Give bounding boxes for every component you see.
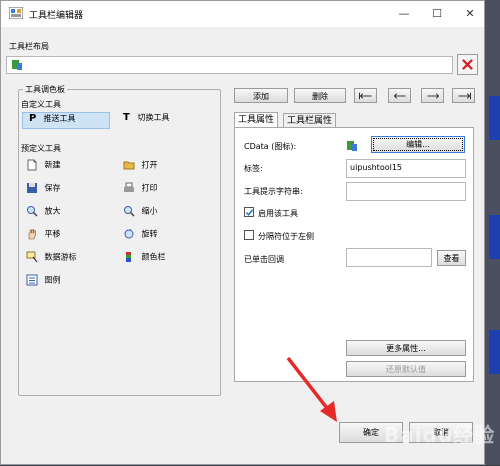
tooltip-label: 工具提示字符串: [244,187,303,196]
remove-layout-button[interactable] [457,54,478,75]
move-to-start-button[interactable] [354,88,377,103]
arrow-left-icon [393,93,406,99]
tool-label: 平移 [44,229,61,239]
checkmark-icon [245,209,254,216]
background-blue-block [489,96,500,140]
tooltip-input[interactable] [346,182,466,201]
tool-label: 旋转 [141,229,158,239]
predefined-tool-open[interactable]: 打开 [123,159,158,175]
save-disk-icon [27,183,37,193]
move-left-button[interactable] [388,88,411,103]
folder-open-icon [123,161,135,170]
predefined-tool-print[interactable]: 打印 [123,182,158,198]
separator-left-label: 分隔符位于左侧 [258,232,314,241]
tag-input-value: uipushtool15 [350,163,403,172]
colorbar-icon [126,252,131,262]
rotate-icon [124,229,134,239]
zoom-out-icon [124,206,135,217]
tool-label: 打印 [141,183,158,193]
cdata-label: CData (图标): [244,142,297,151]
move-to-end-icon [457,92,471,100]
view-callback-button[interactable]: 查看 [437,250,466,266]
arrow-right-icon [426,93,439,99]
tool-label: 缩小 [141,206,158,216]
tool-label: 图例 [44,275,61,285]
tool-properties-panel: CData (图标): 编辑... 标签: uipushtool15 工具提示字… [234,127,474,382]
predefined-tool-data-cursor[interactable]: 数据游标 [26,251,77,267]
custom-tool-push[interactable]: P 推送工具 [22,112,110,129]
predefined-tool-save[interactable]: 保存 [26,182,61,198]
tag-input[interactable]: uipushtool15 [346,159,466,178]
printer-icon [124,182,134,192]
move-right-button[interactable] [421,88,444,103]
separator-left-checkbox[interactable] [244,230,254,240]
custom-tool-toggle[interactable]: T 切换工具 [123,112,170,128]
move-to-start-icon [358,92,372,100]
toolbar-layout-label: 工具栏布局 [9,42,49,51]
more-properties-button[interactable]: 更多属性... [346,340,466,356]
pan-hand-icon [28,229,36,240]
move-to-end-button[interactable] [452,88,475,103]
red-x-icon [462,59,473,70]
new-file-icon [27,159,37,171]
predefined-tool-rotate[interactable]: 旋转 [123,228,158,244]
tool-label: 保存 [44,183,61,193]
callback-input[interactable] [346,248,432,267]
delete-button[interactable]: 删除 [294,88,346,103]
data-cursor-icon [26,251,38,263]
close-button[interactable]: ✕ [455,1,485,27]
predefined-tool-zoom-out[interactable]: 缩小 [123,205,158,221]
enable-tool-label: 启用该工具 [258,209,298,218]
tab-toolbar-properties[interactable]: 工具栏属性 [283,113,337,128]
edit-icon-button[interactable]: 编辑... [371,136,465,153]
tool-label: 数据游标 [44,252,77,262]
callback-label: 已单击回调 [244,255,284,264]
add-button[interactable]: 添加 [234,88,288,103]
enable-tool-checkbox[interactable] [244,207,254,217]
legend-icon [26,274,38,286]
tool-palette-title: 工具调色板 [23,84,67,95]
restore-defaults-button[interactable]: 还原默认值 [346,361,466,377]
background-blue-block [489,215,500,259]
baidu-watermark: Baidu经验 [384,423,496,447]
tool-label: 放大 [44,206,61,216]
toggle-tool-icon: T [123,112,130,123]
tag-label: 标签: [244,164,263,173]
push-tool-icon: P [29,113,37,124]
minimize-button[interactable]: — [389,1,419,27]
tool-label: 新建 [44,160,61,170]
tool-slot-icon[interactable] [11,59,23,71]
predefined-tool-zoom-in[interactable]: 放大 [26,205,61,221]
predefined-tool-legend[interactable]: 图例 [26,274,61,290]
custom-tools-title: 自定义工具 [21,100,61,109]
title-bar: 工具栏编辑器 — ☐ ✕ [1,1,484,27]
tool-label: 打开 [141,160,158,170]
predefined-tool-new[interactable]: 新建 [26,159,61,175]
maximize-button[interactable]: ☐ [422,1,452,27]
background-blue-block [489,330,500,374]
cdata-preview-icon [347,141,357,151]
custom-tool-label: 切换工具 [137,113,170,122]
predefined-tool-colorbar[interactable]: 颜色栏 [123,251,166,267]
predefined-tool-pan[interactable]: 平移 [26,228,61,244]
toolbar-editor-icon [9,7,23,19]
toolbar-editor-window: 工具栏编辑器 — ☐ ✕ 工具栏布局 工具调色板 自定义工具 P 推送工具 T … [0,0,494,465]
toolbar-layout-area[interactable] [6,56,453,74]
zoom-in-icon [27,206,38,217]
tool-label: 颜色栏 [141,252,166,262]
window-title: 工具栏编辑器 [29,11,84,21]
custom-tool-label: 推送工具 [43,114,76,123]
predefined-tools-title: 预定义工具 [21,144,61,153]
